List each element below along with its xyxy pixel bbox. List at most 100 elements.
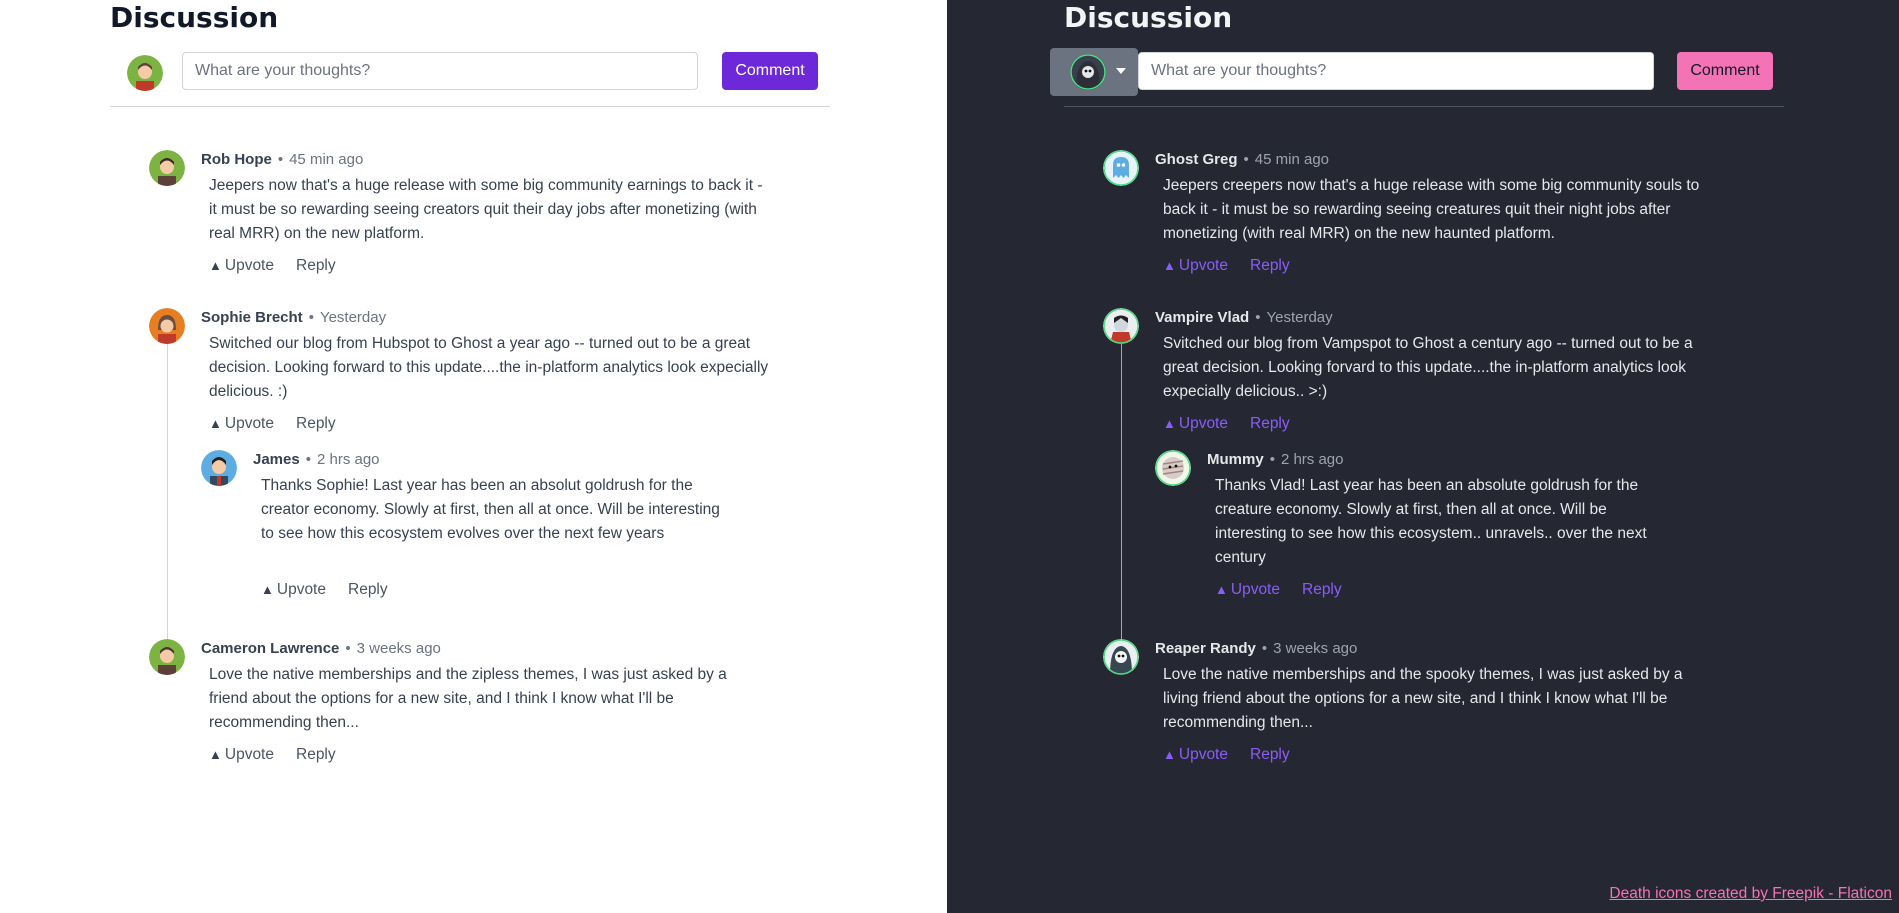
reply-button[interactable]: Reply xyxy=(296,746,336,764)
comment-body: Love the native memberships and the spoo… xyxy=(1163,666,1683,731)
separator-dot: • xyxy=(345,640,351,657)
comment-time: 45 min ago xyxy=(289,151,364,168)
upvote-label: Upvote xyxy=(1178,415,1228,432)
avatar xyxy=(149,308,185,344)
discussion-title: Discussion xyxy=(110,1,279,34)
triangle-up-icon: ▲ xyxy=(1163,416,1176,431)
comment-author[interactable]: Ghost Greg xyxy=(1155,151,1238,168)
discussion-title: Discussion xyxy=(1064,1,1233,34)
upvote-label: Upvote xyxy=(224,415,274,432)
comment-actions: ▲ Upvote Reply xyxy=(1163,746,1290,764)
upvote-button[interactable]: ▲ Upvote xyxy=(261,581,326,599)
comment-actions: ▲ Upvote Reply xyxy=(209,746,336,764)
comment-header: Reaper Randy • 3 weeks ago xyxy=(1155,640,1357,657)
light-pane: Discussion Comment xyxy=(0,0,947,913)
comment-body: Jeepers now that's a huge release with s… xyxy=(209,177,763,242)
comment-author[interactable]: Rob Hope xyxy=(201,151,272,168)
reply-button[interactable]: Reply xyxy=(296,415,336,433)
comment-author[interactable]: Mummy xyxy=(1207,451,1264,468)
comment-author[interactable]: Sophie Brecht xyxy=(201,309,303,326)
upvote-button[interactable]: ▲ Upvote xyxy=(209,257,274,275)
woman-avatar-icon xyxy=(149,308,185,344)
upvote-label: Upvote xyxy=(276,581,326,598)
reply-button[interactable]: Reply xyxy=(1250,257,1290,275)
avatar-selector[interactable] xyxy=(1050,48,1138,96)
comment-header: Ghost Greg • 45 min ago xyxy=(1155,151,1329,168)
grim-reaper-avatar-icon xyxy=(1070,54,1106,90)
comment-button[interactable]: Comment xyxy=(1677,52,1773,90)
upvote-button[interactable]: ▲ Upvote xyxy=(1163,257,1228,275)
comment-actions: ▲ Upvote Reply xyxy=(1163,257,1290,275)
avatar xyxy=(1103,639,1139,675)
triangle-up-icon: ▲ xyxy=(1163,258,1176,273)
reply-button[interactable]: Reply xyxy=(1250,415,1290,433)
comment-time: Yesterday xyxy=(319,309,387,326)
avatar xyxy=(1155,450,1191,486)
comment-actions: ▲ Upvote Reply xyxy=(209,257,336,275)
reply-button[interactable]: Reply xyxy=(1302,581,1342,599)
upvote-button[interactable]: ▲ Upvote xyxy=(1163,415,1228,433)
comment-header: Rob Hope • 45 min ago xyxy=(201,151,363,168)
separator-dot: • xyxy=(1261,640,1268,657)
upvote-label: Upvote xyxy=(1230,581,1280,598)
discussion-section: Discussion Comment xyxy=(1050,0,1784,763)
avatar xyxy=(149,150,185,186)
icon-credit-link[interactable]: Death icons created by Freepik - Flatico… xyxy=(1609,885,1892,903)
user-avatar-icon xyxy=(127,55,163,91)
comment-author[interactable]: Vampire Vlad xyxy=(1155,309,1249,326)
comment-time: 45 min ago xyxy=(1254,151,1329,168)
reply-thread-line xyxy=(1121,337,1122,639)
avatar xyxy=(1103,150,1139,186)
man-avatar-icon xyxy=(149,639,185,675)
comment-button[interactable]: Comment xyxy=(722,52,818,90)
separator-dot: • xyxy=(1269,451,1275,468)
comment-time: 2 hrs ago xyxy=(316,451,380,468)
triangle-up-icon: ▲ xyxy=(1163,747,1176,762)
triangle-up-icon: ▲ xyxy=(209,258,222,273)
reply-button[interactable]: Reply xyxy=(348,581,388,599)
comment-input[interactable] xyxy=(182,52,698,90)
separator-dot: • xyxy=(1255,309,1261,326)
upvote-label: Upvote xyxy=(1178,257,1228,274)
avatar xyxy=(1103,308,1139,344)
comment-header: Mummy • 2 hrs ago xyxy=(1207,451,1344,468)
grim-reaper-avatar-icon xyxy=(1103,639,1139,675)
reply-button[interactable]: Reply xyxy=(296,257,336,275)
upvote-label: Upvote xyxy=(224,257,274,274)
triangle-up-icon: ▲ xyxy=(1215,582,1228,597)
comment-author[interactable]: Cameron Lawrence xyxy=(201,640,339,657)
comment-input[interactable] xyxy=(1138,52,1654,90)
comment-header: James • 2 hrs ago xyxy=(253,451,380,468)
comment-header: Sophie Brecht • Yesterday xyxy=(201,309,386,326)
comment-time: Yesterday xyxy=(1266,309,1333,326)
comment-actions: ▲ Upvote Reply xyxy=(1215,581,1342,599)
upvote-label: Upvote xyxy=(224,746,274,763)
comment-header: Cameron Lawrence • 3 weeks ago xyxy=(201,640,441,657)
comment-actions: ▲ Upvote Reply xyxy=(261,581,388,599)
triangle-up-icon: ▲ xyxy=(209,416,222,431)
comment-actions: ▲ Upvote Reply xyxy=(1163,415,1290,433)
avatar xyxy=(201,450,237,486)
upvote-button[interactable]: ▲ Upvote xyxy=(1215,581,1280,599)
comment-body: Thanks Vlad! Last year has been an absol… xyxy=(1215,477,1647,566)
upvote-button[interactable]: ▲ Upvote xyxy=(209,415,274,433)
comment-composer: Comment xyxy=(1050,48,1784,108)
separator-dot: • xyxy=(277,151,284,168)
caret-down-icon xyxy=(1116,68,1126,74)
upvote-button[interactable]: ▲ Upvote xyxy=(209,746,274,764)
comment-header: Vampire Vlad • Yesterday xyxy=(1155,309,1333,326)
separator-dot: • xyxy=(308,309,314,326)
comment-author[interactable]: Reaper Randy xyxy=(1155,640,1256,657)
triangle-up-icon: ▲ xyxy=(261,582,274,597)
upvote-label: Upvote xyxy=(1178,746,1228,763)
comment-composer: Comment xyxy=(110,52,830,108)
discussion-section: Discussion Comment xyxy=(110,0,830,763)
comment-author[interactable]: James xyxy=(253,451,300,468)
comment-body: Jeepers creepers now that's a huge relea… xyxy=(1163,177,1700,242)
reply-button[interactable]: Reply xyxy=(1250,746,1290,764)
man-avatar-icon xyxy=(201,450,237,486)
dark-pane: Discussion Comment xyxy=(947,0,1899,913)
triangle-up-icon: ▲ xyxy=(209,747,222,762)
upvote-button[interactable]: ▲ Upvote xyxy=(1163,746,1228,764)
vampire-avatar-icon xyxy=(1103,308,1139,344)
